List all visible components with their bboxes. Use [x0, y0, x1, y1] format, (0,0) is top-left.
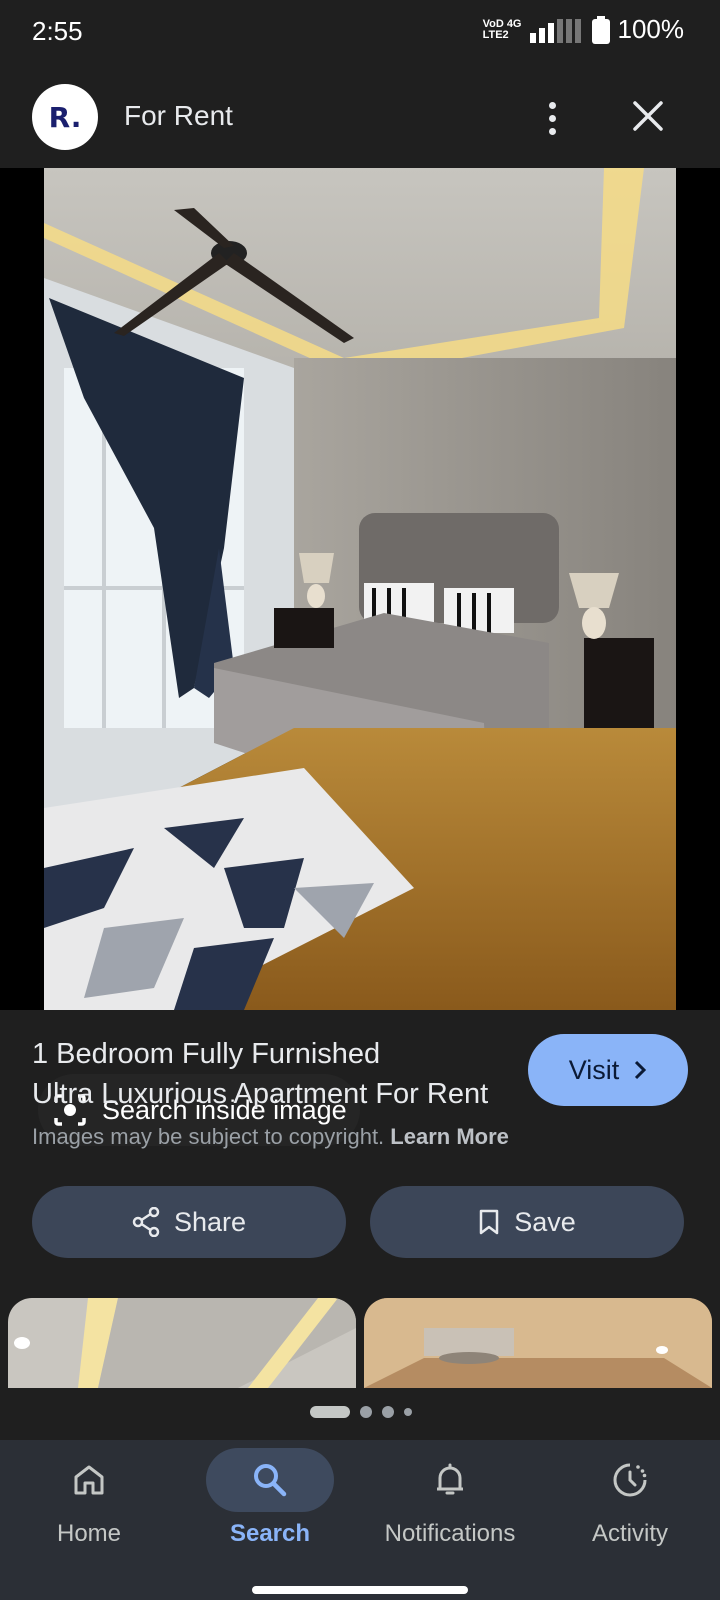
nav-home[interactable]: Home: [4, 1448, 174, 1548]
page-dot-active: [310, 1406, 350, 1418]
home-gesture-bar[interactable]: [252, 1586, 468, 1594]
related-image[interactable]: [8, 1298, 356, 1388]
visit-button[interactable]: Visit: [528, 1034, 688, 1106]
search-icon: [254, 1464, 287, 1497]
battery-icon: [591, 15, 610, 44]
nav-notifications[interactable]: Notifications: [365, 1448, 535, 1548]
home-icon: [74, 1465, 104, 1495]
result-image[interactable]: [44, 168, 676, 1010]
status-bar: 2:55 VoD 4G LTE2 100%: [0, 0, 720, 66]
nav-activity[interactable]: Activity: [545, 1448, 715, 1548]
image-viewer[interactable]: Search inside image: [0, 168, 720, 1146]
site-logo[interactable]: R.: [32, 84, 98, 150]
more-vert-icon: [548, 101, 556, 109]
network-type-icon: VoD 4G LTE2: [482, 17, 522, 41]
save-button[interactable]: Save: [370, 1186, 684, 1258]
share-icon: [132, 1207, 160, 1237]
status-icons: VoD 4G LTE2 100%: [483, 14, 684, 45]
result-title[interactable]: 1 Bedroom Fully Furnished Ultra Luxuriou…: [32, 1034, 502, 1114]
page-indicator: [310, 1406, 412, 1418]
bookmark-icon: [479, 1209, 499, 1235]
signal-icon: [529, 18, 581, 43]
nav-search[interactable]: Search: [185, 1448, 355, 1548]
more-options-button[interactable]: [532, 92, 572, 144]
related-image[interactable]: [364, 1298, 712, 1388]
battery-percent: 100%: [617, 14, 685, 44]
page-dot: [360, 1406, 372, 1418]
bottom-navigation: Home Search Notifications Activity: [0, 1440, 720, 1600]
bell-icon: [437, 1463, 463, 1495]
close-icon[interactable]: [626, 94, 670, 138]
chevron-right-icon: [635, 1060, 647, 1080]
page-title: For Rent: [124, 100, 233, 131]
copyright-notice: Images may be subject to copyright. Lear…: [32, 1124, 509, 1149]
status-time: 2:55: [32, 16, 83, 46]
top-app-bar: R. For Rent: [0, 72, 720, 168]
page-dot: [404, 1408, 412, 1416]
share-button[interactable]: Share: [32, 1186, 346, 1258]
learn-more-link[interactable]: Learn More: [390, 1124, 509, 1149]
activity-icon: [613, 1463, 647, 1497]
page-dot: [382, 1406, 394, 1418]
